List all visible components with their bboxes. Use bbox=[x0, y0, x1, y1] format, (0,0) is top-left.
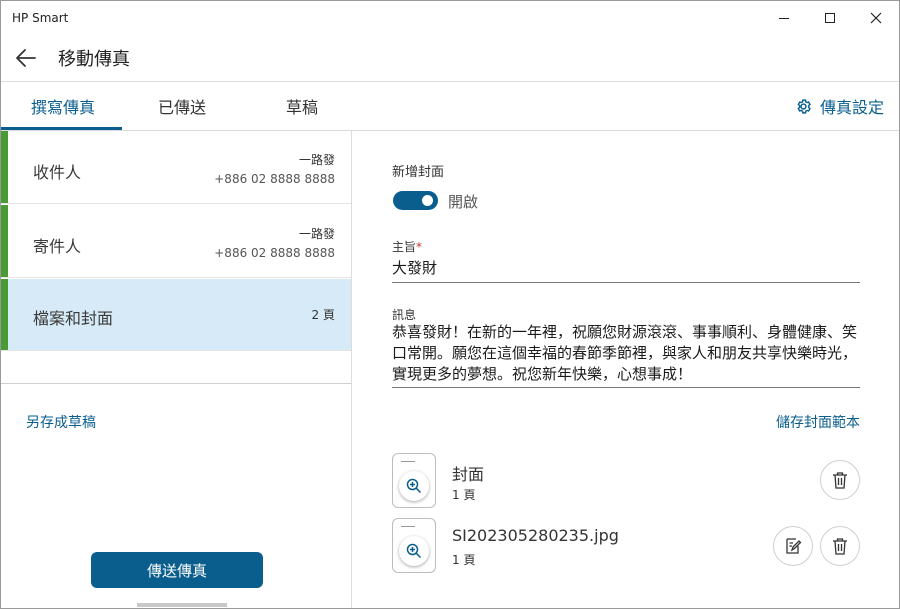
close-icon bbox=[870, 12, 882, 24]
scroll-indicator bbox=[137, 603, 227, 607]
sender-label: 寄件人 bbox=[33, 237, 82, 256]
save-draft-link[interactable]: 另存成草稿 bbox=[26, 412, 96, 432]
file-pages: 1 頁 bbox=[452, 553, 476, 567]
trash-icon bbox=[833, 472, 847, 489]
left-divider bbox=[1, 383, 351, 384]
file-name: 封面 bbox=[452, 465, 485, 484]
subject-label-text: 主旨 bbox=[392, 240, 417, 254]
file-item-cover: 封面 1 頁 bbox=[392, 453, 862, 509]
sender-number: +886 02 8888 8888 bbox=[214, 246, 335, 260]
recipient-label: 收件人 bbox=[33, 163, 82, 182]
file-thumbnail[interactable] bbox=[392, 518, 436, 573]
back-button[interactable] bbox=[13, 45, 39, 71]
page-title: 移動傳真 bbox=[58, 49, 130, 70]
file-pages: 1 頁 bbox=[452, 488, 476, 502]
status-bar bbox=[1, 205, 8, 277]
subject-underline bbox=[392, 282, 860, 283]
back-arrow-icon bbox=[16, 49, 36, 67]
sender-row[interactable]: 寄件人 一路發 +886 02 8888 8888 bbox=[1, 205, 351, 278]
app-window: HP Smart 移動傳真 撰寫傳真 已傳送 草稿 傳真設定 收件人 一路發 +… bbox=[0, 0, 900, 609]
add-cover-label: 新增封面 bbox=[392, 165, 445, 180]
status-bar bbox=[1, 279, 8, 350]
minimize-button[interactable] bbox=[761, 1, 807, 35]
toggle-knob bbox=[422, 195, 433, 206]
zoom-in-icon bbox=[406, 543, 422, 559]
message-input[interactable]: 恭喜發財！在新的一年裡，祝願您財源滾滾、事事順利、身體健康、笑口常開。願您在這個… bbox=[392, 322, 862, 385]
file-name: SI202305280235.jpg bbox=[452, 526, 619, 545]
title-bar: HP Smart bbox=[1, 1, 899, 35]
right-panel: 新增封面 開啟 主旨* 大發財 訊息 恭喜發財！在新的一年裡，祝願您財源滾滾、事… bbox=[352, 131, 899, 608]
files-and-cover-label: 檔案和封面 bbox=[33, 309, 114, 328]
page-line bbox=[401, 461, 415, 462]
tab-compose[interactable]: 撰寫傳真 bbox=[31, 94, 95, 118]
maximize-icon bbox=[825, 13, 835, 23]
delete-button[interactable] bbox=[820, 460, 860, 500]
recipient-row[interactable]: 收件人 一路發 +886 02 8888 8888 bbox=[1, 131, 351, 204]
subject-label: 主旨* bbox=[392, 238, 422, 255]
subject-input[interactable]: 大發財 bbox=[392, 257, 437, 278]
tab-drafts[interactable]: 草稿 bbox=[286, 94, 318, 118]
message-label: 訊息 bbox=[392, 308, 417, 322]
fax-settings-label: 傳真設定 bbox=[820, 98, 885, 117]
cover-toggle[interactable] bbox=[393, 191, 438, 210]
file-thumbnail[interactable] bbox=[392, 453, 436, 508]
files-and-cover-row[interactable]: 檔案和封面 2 頁 bbox=[1, 279, 351, 351]
page-line bbox=[401, 526, 415, 527]
zoom-button[interactable] bbox=[399, 536, 429, 566]
file-item-image: SI202305280235.jpg 1 頁 bbox=[392, 518, 862, 574]
sender-name: 一路發 bbox=[298, 227, 335, 241]
maximize-button[interactable] bbox=[807, 1, 853, 35]
send-fax-button[interactable]: 傳送傳真 bbox=[91, 552, 263, 588]
gear-icon bbox=[797, 98, 811, 114]
recipient-number: +886 02 8888 8888 bbox=[214, 172, 335, 186]
edit-icon bbox=[786, 538, 802, 554]
message-underline bbox=[392, 387, 860, 388]
zoom-in-icon bbox=[406, 478, 422, 494]
save-cover-template-link[interactable]: 儲存封面範本 bbox=[776, 412, 860, 432]
trash-icon bbox=[833, 538, 847, 555]
zoom-button[interactable] bbox=[399, 471, 429, 501]
left-panel: 收件人 一路發 +886 02 8888 8888 寄件人 一路發 +886 0… bbox=[1, 131, 352, 608]
header-divider bbox=[1, 81, 899, 82]
tab-sent[interactable]: 已傳送 bbox=[158, 94, 206, 118]
minimize-icon bbox=[779, 17, 789, 19]
delete-button[interactable] bbox=[820, 526, 860, 566]
page-count: 2 頁 bbox=[311, 308, 335, 322]
required-mark: * bbox=[416, 240, 423, 254]
close-button[interactable] bbox=[853, 1, 899, 35]
fax-settings-link[interactable]: 傳真設定 bbox=[795, 94, 884, 118]
cover-toggle-state: 開啟 bbox=[448, 193, 479, 211]
edit-button[interactable] bbox=[773, 526, 813, 566]
app-title: HP Smart bbox=[12, 11, 69, 25]
recipient-name: 一路發 bbox=[298, 153, 335, 167]
status-bar bbox=[1, 131, 8, 203]
